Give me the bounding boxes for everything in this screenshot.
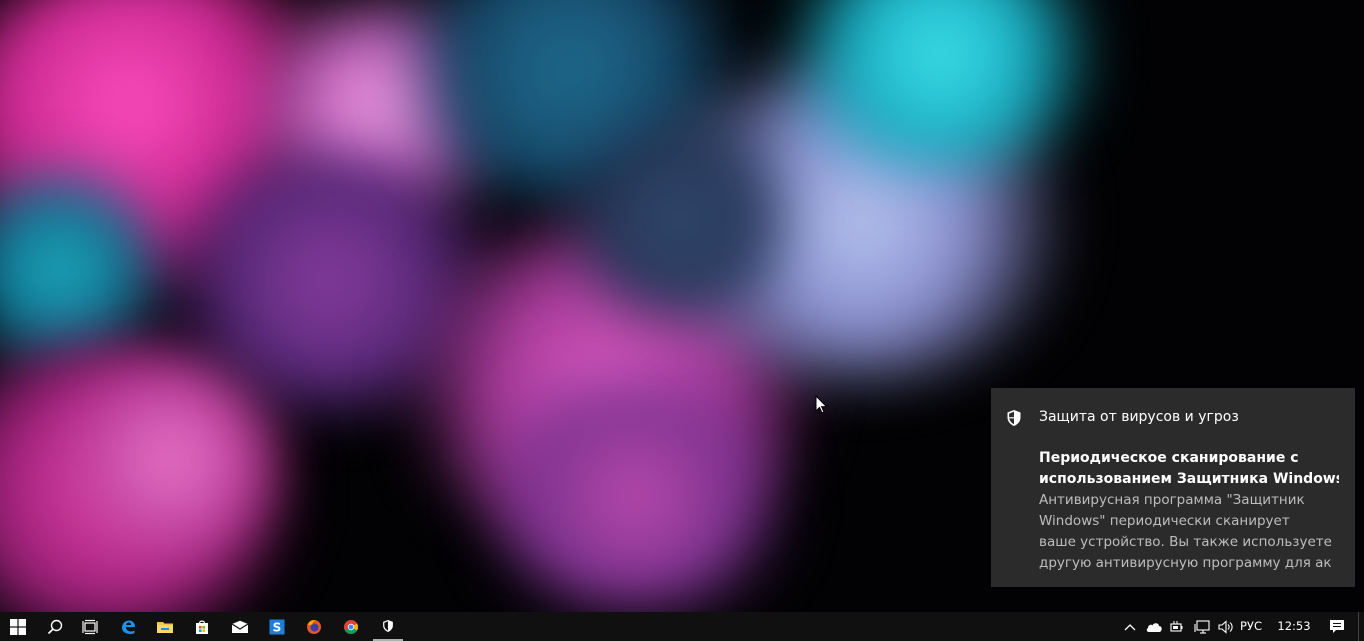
notification-icon — [1330, 620, 1344, 633]
search-button[interactable] — [40, 612, 70, 641]
defender-taskbar-button[interactable] — [373, 612, 403, 641]
cloud-icon — [1146, 622, 1162, 632]
chrome-button[interactable] — [336, 612, 366, 641]
show-hidden-icons-button[interactable] — [1119, 612, 1141, 641]
shield-icon — [383, 619, 393, 632]
folder-icon — [157, 621, 173, 633]
chrome-icon — [344, 619, 358, 634]
toast-body: Антивирусная программа "Защитник Windows… — [1039, 492, 1331, 571]
firefox-button[interactable] — [299, 612, 329, 641]
input-language-indicator[interactable]: РУС — [1240, 612, 1262, 641]
volume-tray-button[interactable] — [1215, 612, 1237, 641]
start-button[interactable] — [0, 612, 36, 641]
search-icon — [47, 619, 63, 634]
chevron-up-icon — [1124, 623, 1136, 630]
toast-app-name: Защита от вирусов и угроз — [1039, 409, 1239, 425]
power-tray-button[interactable] — [1167, 612, 1189, 641]
mail-icon — [231, 620, 249, 633]
onedrive-tray-button[interactable] — [1143, 612, 1165, 641]
toast-title: Периодическое сканирование с использован… — [1039, 450, 1339, 487]
edge-icon — [122, 620, 135, 634]
mouse-pointer-icon — [815, 395, 828, 414]
store-button[interactable] — [187, 612, 217, 641]
store-bag-icon — [196, 620, 208, 634]
mail-button[interactable] — [225, 612, 255, 641]
show-desktop-button[interactable] — [1358, 612, 1364, 641]
shield-icon — [1007, 410, 1021, 426]
taskbar: S РУС 12:53 — [0, 612, 1364, 641]
taskbar-clock[interactable]: 12:53 — [1276, 612, 1312, 641]
speaker-icon — [1218, 619, 1233, 634]
task-view-icon — [82, 619, 98, 634]
s-app-button[interactable]: S — [262, 612, 292, 641]
file-explorer-button[interactable] — [150, 612, 180, 641]
edge-taskbar-button[interactable] — [113, 612, 143, 641]
firefox-icon — [307, 619, 321, 634]
action-center-button[interactable] — [1322, 612, 1352, 641]
svg-text:S: S — [273, 620, 282, 634]
s-app-icon: S — [269, 619, 285, 634]
task-view-button[interactable] — [75, 612, 105, 641]
toast-notification[interactable]: Защита от вирусов и угроз Периодическое … — [991, 388, 1355, 587]
windows-logo-icon — [10, 618, 26, 635]
network-tray-button[interactable] — [1191, 612, 1213, 641]
network-monitor-icon — [1194, 619, 1210, 634]
battery-plug-icon — [1170, 620, 1183, 632]
